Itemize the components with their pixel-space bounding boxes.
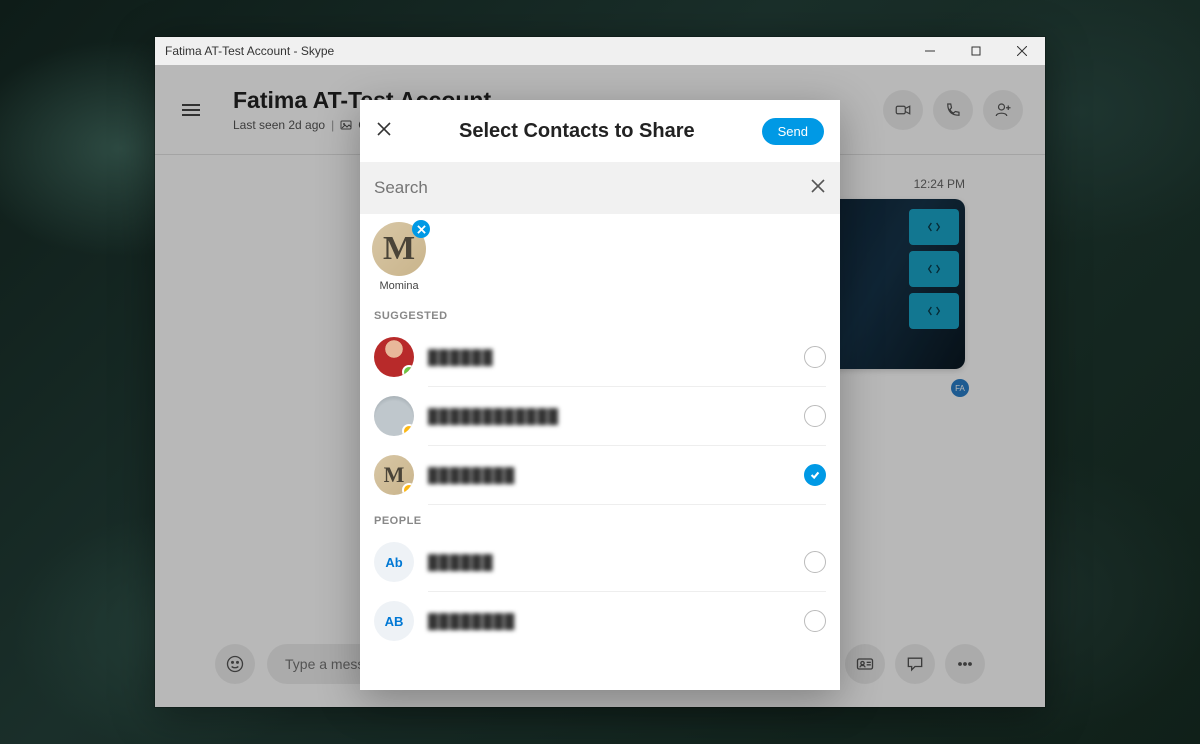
modal-title: Select Contacts to Share [459,120,695,143]
maximize-button[interactable] [953,37,999,65]
contact-row[interactable]: M ████████ [360,446,840,504]
contact-name: ██████ [428,554,804,570]
contact-select-radio[interactable] [804,464,826,486]
status-away-icon [402,483,414,495]
contact-name: ████████████ [428,408,804,424]
modal-close-button[interactable] [376,121,392,142]
selected-contact-chip[interactable]: M Momina [370,222,428,292]
contact-row[interactable]: AB ████████ [360,592,840,650]
contact-name: ████████ [428,467,804,483]
contact-row[interactable]: Ab ██████ [360,533,840,591]
close-button[interactable] [999,37,1045,65]
titlebar: Fatima AT-Test Account - Skype [155,37,1045,65]
search-clear-button[interactable] [810,178,826,199]
selected-contacts-row: M Momina [360,214,840,300]
contact-select-radio[interactable] [804,610,826,632]
contact-avatar: M [374,455,414,495]
status-away-icon [402,424,414,436]
avatar-initials: Ab [385,555,402,570]
contact-select-radio[interactable] [804,551,826,573]
window-title: Fatima AT-Test Account - Skype [165,44,334,58]
search-input[interactable] [374,178,810,198]
chip-name: Momina [370,280,428,292]
avatar-initials: AB [385,614,404,629]
contact-row[interactable]: ████████████ [360,387,840,445]
suggested-section-label: SUGGESTED [360,300,840,328]
contact-avatar: AB [374,601,414,641]
contact-select-radio[interactable] [804,346,826,368]
contact-avatar: Ab [374,542,414,582]
contact-select-radio[interactable] [804,405,826,427]
remove-chip-button[interactable] [412,220,430,238]
people-section-label: PEOPLE [360,505,840,533]
contact-avatar [374,337,414,377]
contact-row[interactable]: ██████ [360,328,840,386]
contact-name: ████████ [428,613,804,629]
send-button[interactable]: Send [762,118,824,145]
minimize-button[interactable] [907,37,953,65]
status-online-icon [402,365,414,377]
search-row [360,162,840,214]
contact-avatar [374,396,414,436]
contact-name: ██████ [428,349,804,365]
select-contacts-modal: Select Contacts to Share Send M Momina S… [360,100,840,690]
